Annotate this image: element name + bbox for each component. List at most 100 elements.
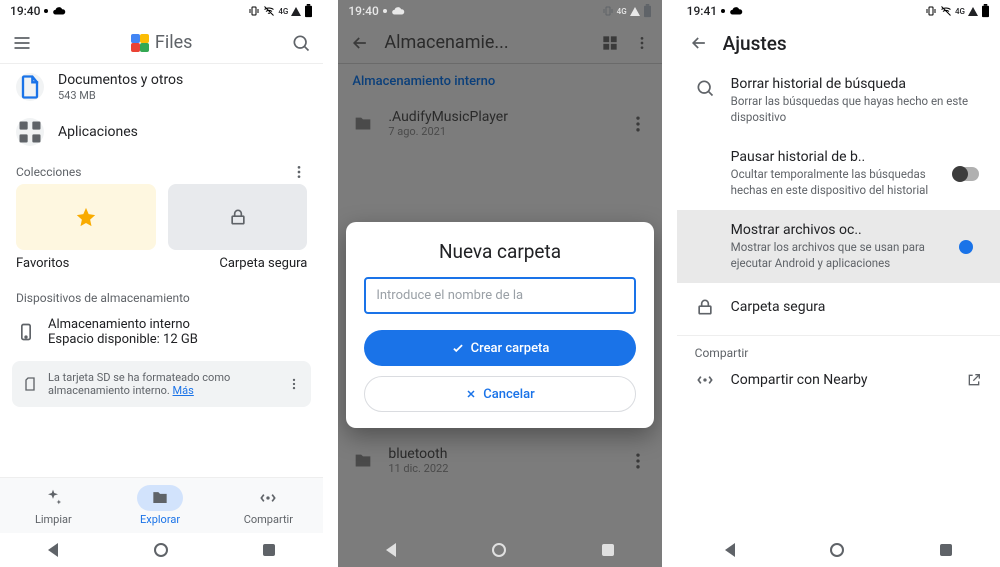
folder-row[interactable]: bluetooth11 dic. 2022: [338, 436, 661, 485]
network-type: 4G: [955, 7, 965, 16]
setting-show-hidden[interactable]: Mostrar archivos oc.. Mostrar los archiv…: [677, 210, 1000, 283]
storage-title: Almacenamiento interno: [48, 317, 307, 332]
storage-header: Dispositivos de almacenamiento: [0, 281, 323, 309]
category-title: Documentos y otros: [58, 72, 307, 88]
create-folder-button[interactable]: Crear carpeta: [364, 330, 635, 366]
hamburger-icon[interactable]: [12, 33, 32, 53]
network-type: 4G: [278, 7, 288, 16]
files-logo-icon: [131, 34, 149, 52]
home-icon[interactable]: [154, 543, 168, 557]
system-nav: [338, 533, 661, 567]
breadcrumb[interactable]: Almacenamiento interno: [338, 64, 661, 99]
category-subtitle: 543 MB: [58, 89, 307, 102]
app-title: Files: [155, 32, 193, 53]
system-nav: [0, 533, 323, 567]
status-time: 19:41: [687, 4, 717, 18]
more-icon[interactable]: [287, 377, 301, 391]
folder-date: 7 ago. 2021: [388, 125, 613, 138]
nearby-icon: [258, 488, 278, 508]
sd-info-link[interactable]: Más: [173, 384, 194, 397]
recents-icon[interactable]: [940, 544, 952, 556]
status-time: 19:40: [10, 4, 40, 18]
status-dot-icon: [383, 9, 387, 13]
grid-view-icon[interactable]: [600, 33, 620, 53]
folder-row[interactable]: .AudifyMusicPlayer7 ago. 2021: [338, 99, 661, 148]
signal-icon: [968, 7, 978, 16]
cancel-button[interactable]: Cancelar: [364, 376, 635, 412]
collections-label: Colecciones: [16, 165, 81, 179]
category-documents[interactable]: Documentos y otros 543 MB: [0, 64, 323, 110]
storage-label: Dispositivos de almacenamiento: [16, 291, 190, 305]
setting-safe-folder[interactable]: Carpeta segura: [677, 283, 1000, 333]
folder-icon: [352, 450, 374, 472]
recents-icon[interactable]: [263, 544, 275, 556]
setting-pause-history[interactable]: Pausar historial de b.. Ocultar temporal…: [677, 137, 1000, 210]
network-type: 4G: [617, 7, 627, 16]
cloud-icon: [391, 4, 405, 18]
folder-name: .AudifyMusicPlayer: [388, 109, 613, 125]
setting-title: Carpeta segura: [731, 299, 982, 315]
nav-label: Compartir: [244, 513, 293, 526]
back-icon[interactable]: [386, 543, 396, 557]
safe-folder-label: Carpeta segura: [168, 256, 308, 271]
wifi-off-icon: [263, 5, 275, 17]
recents-icon[interactable]: [602, 544, 614, 556]
vibrate-icon: [248, 5, 260, 17]
bottom-nav: Limpiar Explorar Compartir: [0, 477, 323, 533]
nav-clean[interactable]: Limpiar: [30, 485, 76, 526]
sd-info-text: La tarjeta SD se ha formateado como alma…: [48, 371, 230, 397]
more-icon[interactable]: [628, 114, 648, 134]
search-icon: [695, 76, 715, 102]
vibrate-icon: [602, 5, 614, 17]
screen-new-folder-dialog: 19:40 4G Almacenamie... Almacenamiento i…: [338, 0, 661, 567]
share-title: Compartir con Nearby: [731, 371, 950, 389]
favorites-card[interactable]: [16, 184, 156, 250]
battery-icon: [981, 4, 990, 18]
sd-card-icon: [22, 376, 38, 392]
more-icon[interactable]: [634, 33, 650, 53]
sparkle-icon: [43, 488, 63, 508]
nearby-share-row[interactable]: Compartir con Nearby: [677, 360, 1000, 400]
toggle-switch[interactable]: [959, 240, 973, 254]
button-label: Cancelar: [483, 387, 534, 402]
category-title: Aplicaciones: [58, 124, 307, 140]
divider: [677, 335, 1000, 336]
close-icon: [465, 388, 477, 400]
appbar: Ajustes: [677, 22, 1000, 64]
search-icon[interactable]: [291, 33, 311, 53]
setting-desc: Mostrar los archivos que se usan para ej…: [731, 240, 934, 271]
collections-header: Colecciones: [0, 154, 323, 184]
screen-settings: 19:41 4G Ajustes Borrar historial de bús…: [677, 0, 1000, 567]
category-apps[interactable]: Aplicaciones: [0, 110, 323, 154]
toggle-switch[interactable]: [953, 167, 979, 181]
more-icon[interactable]: [291, 164, 307, 180]
back-arrow-icon[interactable]: [689, 33, 709, 53]
back-arrow-icon[interactable]: [350, 33, 370, 53]
phone-storage-icon: [16, 322, 36, 342]
new-folder-dialog: Nueva carpeta Introduce el nombre de la …: [346, 222, 653, 428]
star-icon: [75, 206, 97, 228]
battery-icon: [304, 4, 313, 18]
cloud-icon: [729, 4, 743, 18]
sd-info-card: La tarjeta SD se ha formateado como alma…: [12, 361, 311, 407]
nearby-icon: [695, 370, 715, 390]
setting-title: Pausar historial de b..: [731, 149, 934, 165]
internal-storage-row[interactable]: Almacenamiento interno Espacio disponibl…: [0, 309, 323, 355]
folder-name-input[interactable]: Introduce el nombre de la: [364, 277, 635, 314]
folder-icon: [150, 488, 170, 508]
apps-icon: [16, 118, 44, 146]
signal-icon: [291, 7, 301, 16]
safe-folder-card[interactable]: [168, 184, 308, 250]
nav-share[interactable]: Compartir: [244, 485, 293, 526]
back-icon[interactable]: [48, 543, 58, 557]
home-icon[interactable]: [830, 543, 844, 557]
check-icon: [451, 341, 465, 355]
folder-list-dimmed: Almacenamiento interno .AudifyMusicPlaye…: [338, 64, 661, 533]
home-icon[interactable]: [492, 543, 506, 557]
signal-icon: [630, 7, 640, 16]
more-icon[interactable]: [628, 451, 648, 471]
nav-browse[interactable]: Explorar: [137, 485, 183, 526]
back-icon[interactable]: [725, 543, 735, 557]
status-bar: 19:40 4G: [338, 0, 661, 22]
setting-clear-history[interactable]: Borrar historial de búsqueda Borrar las …: [677, 64, 1000, 137]
